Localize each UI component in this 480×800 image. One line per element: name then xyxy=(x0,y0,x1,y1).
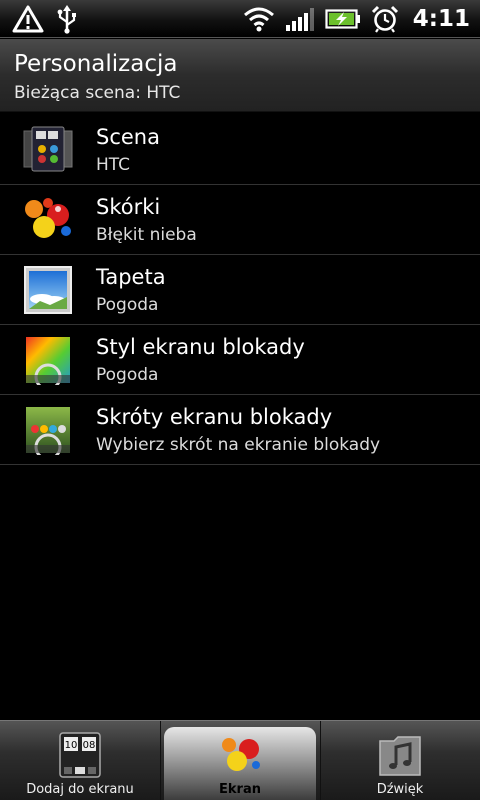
list-item-subtitle: HTC xyxy=(96,155,131,175)
tab-add-to-home[interactable]: 10 08 Dodaj do ekranu xyxy=(0,721,160,800)
page-subtitle: Bieżąca scena: HTC xyxy=(14,83,181,103)
wallpaper-icon xyxy=(24,266,72,314)
usb-icon xyxy=(57,5,76,34)
battery-charging-icon xyxy=(325,9,360,29)
page-header: Personalizacja Bieżąca scena: HTC xyxy=(0,39,480,112)
page-title: Personalizacja xyxy=(14,51,178,77)
alarm-icon xyxy=(371,5,398,33)
list-item-title: Tapeta xyxy=(96,265,166,289)
list-item-subtitle: Błękit nieba xyxy=(96,225,197,245)
status-right-icons: 4:11 xyxy=(243,3,470,35)
signal-icon xyxy=(285,8,314,31)
list-item-subtitle: Wybierz skrót na ekranie blokady xyxy=(96,435,381,455)
scene-icon xyxy=(23,126,73,172)
list-item-title: Styl ekranu blokady xyxy=(96,335,305,359)
skins-icon xyxy=(25,198,71,238)
status-left-icons xyxy=(12,4,78,34)
status-bar: 4:11 xyxy=(0,0,480,38)
lockscreen-shortcuts-icon xyxy=(26,407,70,455)
list-item-subtitle: Pogoda xyxy=(96,295,159,315)
list-item-skins[interactable]: Skórki Błękit nieba xyxy=(0,185,480,255)
tab-label: Dodaj do ekranu xyxy=(26,782,134,797)
list-item-title: Skórki xyxy=(96,195,161,219)
tab-label: Dźwięk xyxy=(376,782,424,797)
list-item-scene[interactable]: Scena HTC xyxy=(0,115,480,185)
tab-sound[interactable]: Dźwięk xyxy=(320,721,480,800)
wifi-icon xyxy=(243,7,274,32)
list-item-subtitle: Pogoda xyxy=(96,365,159,385)
list-item-title: Scena xyxy=(96,125,160,149)
add-to-home-icon: 10 08 xyxy=(59,732,101,778)
tab-display[interactable]: Ekran xyxy=(160,721,320,800)
settings-list: Scena HTC Skórki Błękit nieba Tapeta Pog… xyxy=(0,115,480,465)
list-item-wallpaper[interactable]: Tapeta Pogoda xyxy=(0,255,480,325)
svg-text:08: 08 xyxy=(83,740,96,751)
sound-icon xyxy=(379,736,421,776)
status-time: 4:11 xyxy=(412,6,470,32)
tab-label: Ekran xyxy=(219,782,261,797)
warning-icon xyxy=(12,5,44,33)
svg-text:10: 10 xyxy=(65,740,78,751)
display-icon xyxy=(222,738,260,771)
bottom-tab-bar: 10 08 Dodaj do ekranu Ekran Dźwięk xyxy=(0,720,480,800)
list-item-lockscreen-style[interactable]: Styl ekranu blokady Pogoda xyxy=(0,325,480,395)
list-item-lockscreen-shortcuts[interactable]: Skróty ekranu blokady Wybierz skrót na e… xyxy=(0,395,480,465)
lockscreen-style-icon xyxy=(26,337,70,385)
list-item-title: Skróty ekranu blokady xyxy=(96,405,333,429)
